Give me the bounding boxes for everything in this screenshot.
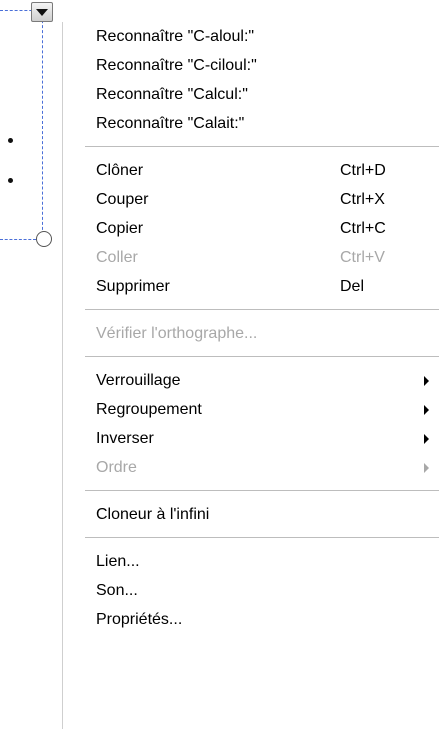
menu-item-son[interactable]: Son... [63,576,439,605]
menu-item-label: Lien... [96,553,140,570]
rotation-handle[interactable] [36,231,52,247]
menu-item-shortcut: Ctrl+V [340,249,385,266]
context-menu: Reconnaître "C-aloul:" Reconnaître "C-cil… [62,22,439,729]
submenu-arrow-icon [424,434,429,444]
menu-item-cloner[interactable]: Clôner Ctrl+D [63,156,439,185]
menu-item-copier[interactable]: Copier Ctrl+C [63,214,439,243]
menu-item-reconnaitre-c-ciloul[interactable]: Reconnaître "C-ciloul:" [63,51,439,80]
menu-item-shortcut: Ctrl+C [340,220,386,237]
submenu-arrow-icon [424,405,429,415]
menu-item-supprimer[interactable]: Supprimer Del [63,272,439,301]
menu-item-label: Reconnaître "C-aloul:" [96,28,255,45]
menu-item-couper[interactable]: Couper Ctrl+X [63,185,439,214]
object-menu-button[interactable] [31,2,53,22]
menu-item-cloneur-a-l-infini[interactable]: Cloneur à l'infini [63,500,439,529]
menu-item-shortcut: Del [340,278,365,295]
menu-item-shortcut: Ctrl+D [340,162,386,179]
menu-item-label: Vérifier l'orthographe... [96,325,258,342]
menu-item-regroupement[interactable]: Regroupement [63,395,439,424]
bullet-mark [8,178,13,183]
menu-item-label: Reconnaître "Calcul:" [96,86,248,103]
menu-separator [85,490,439,491]
menu-item-label: Ordre [96,459,137,476]
menu-item-inverser[interactable]: Inverser [63,424,439,453]
menu-item-label: Verrouillage [96,372,181,389]
menu-item-reconnaitre-calcul[interactable]: Reconnaître "Calcul:" [63,80,439,109]
chevron-down-icon [36,8,48,16]
menu-item-label: Inverser [96,430,154,447]
menu-item-label: Propriétés... [96,611,183,628]
menu-item-label: Reconnaître "Calait:" [96,115,245,132]
menu-item-proprietes[interactable]: Propriétés... [63,605,439,634]
selection-border-bottom [0,239,36,240]
menu-item-shortcut: Ctrl+X [340,191,385,208]
menu-item-lien[interactable]: Lien... [63,547,439,576]
menu-item-verrouillage[interactable]: Verrouillage [63,366,439,395]
menu-item-reconnaitre-calait[interactable]: Reconnaître "Calait:" [63,109,439,138]
menu-item-label: Cloneur à l'infini [96,506,210,523]
menu-item-coller: Coller Ctrl+V [63,243,439,272]
menu-item-label: Supprimer [96,278,170,295]
menu-separator [85,309,439,310]
menu-item-label: Reconnaître "C-ciloul:" [96,57,257,74]
bullet-mark [8,138,13,143]
menu-item-label: Coller [96,249,138,266]
menu-item-ordre: Ordre [63,453,439,482]
menu-item-label: Regroupement [96,401,202,418]
menu-separator [85,356,439,357]
menu-separator [85,537,439,538]
submenu-arrow-icon [424,463,429,473]
menu-separator [85,146,439,147]
menu-item-reconnaitre-c-aloul[interactable]: Reconnaître "C-aloul:" [63,22,439,51]
menu-item-label: Copier [96,220,144,237]
menu-item-label: Clôner [96,162,144,179]
menu-item-label: Couper [96,191,149,208]
submenu-arrow-icon [424,376,429,386]
selection-border-right [42,10,43,240]
menu-item-verifier-l-orthographe: Vérifier l'orthographe... [63,319,439,348]
menu-item-label: Son... [96,582,138,599]
